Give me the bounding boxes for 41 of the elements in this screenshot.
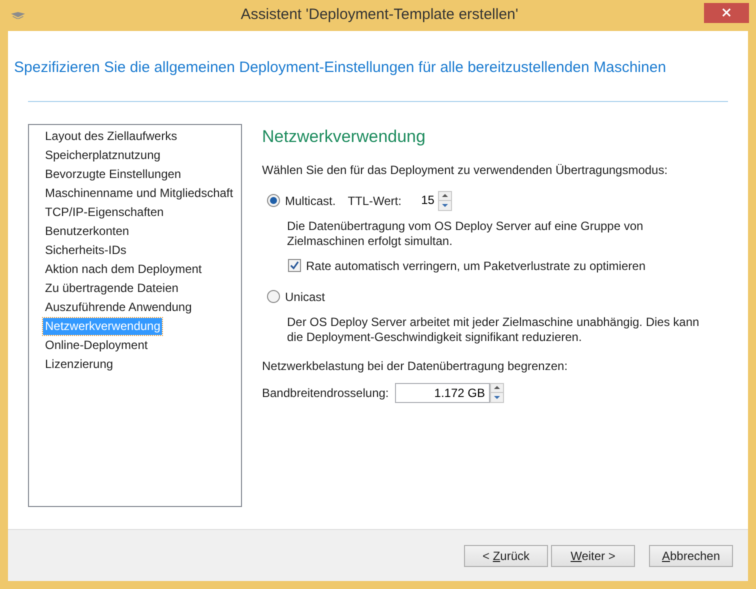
step-item[interactable]: Auszuführende Anwendung xyxy=(43,299,194,316)
up-arrow-icon xyxy=(442,194,448,198)
spin-buttons[interactable] xyxy=(438,190,452,210)
app-icon xyxy=(11,12,25,19)
spin-buttons[interactable] xyxy=(490,382,504,402)
ttl-label: TTL-Wert: xyxy=(348,192,402,210)
page-title: Netzwerkverwendung xyxy=(262,126,426,148)
throttle-label: Bandbreitendrosselung: xyxy=(262,384,390,402)
close-button[interactable] xyxy=(704,2,749,22)
wizard-button[interactable]: < Zurück xyxy=(464,544,548,566)
wizard-button[interactable]: Abbrechen xyxy=(649,544,733,566)
step-item[interactable]: Maschinenname und Mitgliedschaft xyxy=(43,185,236,202)
checkbox-label: Rate automatisch verringern, um Paketverlustrate zu optimieren xyxy=(306,258,646,274)
limit-label: Netzwerkbelastung bei der Datenübertragung begrenzen: xyxy=(262,358,569,374)
unicast-description: Der OS Deploy Server arbeitet mit jeder Zielmaschine unabhängig. Dies kann die Deployment-Geschwindigkeit signifikant reduzieren. xyxy=(287,314,700,344)
step-item[interactable]: Speicherplatznutzung xyxy=(43,147,162,164)
step-item[interactable]: TCP/IP-Eigenschaften xyxy=(43,204,166,221)
unicast-label: Unicast xyxy=(285,288,326,306)
header-text: Spezifizieren Sie die allgemeinen Deployment-Einstellungen für alle bereitzustellenden Maschinen xyxy=(14,58,666,78)
step-item[interactable]: Aktion nach dem Deployment xyxy=(43,261,204,278)
throttle-field[interactable]: 1.172 GB xyxy=(395,382,490,402)
step-item[interactable]: Zu übertragende Dateien xyxy=(43,280,180,297)
multicast-label: Multicast. xyxy=(285,192,336,210)
step-item[interactable]: Online-Deployment xyxy=(43,337,150,354)
down-arrow-icon xyxy=(494,396,500,399)
check-icon xyxy=(290,261,299,270)
multicast-description: Die Datenübertragung vom OS Deploy Server auf eine Gruppe von Zielmaschinen erfolgt simultan. xyxy=(287,218,644,248)
window-title: Assistent 'Deployment-Template erstellen' xyxy=(240,5,520,26)
step-item[interactable]: Sicherheits-IDs xyxy=(43,242,128,259)
prompt-text: Wählen Sie den für das Deployment zu verwendenden Übertragungsmodus: xyxy=(262,162,669,178)
radio-button[interactable] xyxy=(267,290,280,303)
step-item[interactable]: Bevorzugte Einstellungen xyxy=(43,166,184,183)
step-item[interactable]: Lizenzierung xyxy=(43,356,116,373)
up-arrow-icon xyxy=(494,386,500,390)
step-item[interactable]: Layout des Ziellaufwerks xyxy=(43,128,180,145)
close-icon xyxy=(722,8,731,17)
checkbox[interactable] xyxy=(288,259,301,272)
down-arrow-icon xyxy=(442,204,448,207)
step-item[interactable]: Benutzerkonten xyxy=(43,223,132,240)
wizard-button[interactable]: Weiter > xyxy=(551,544,635,566)
radio-button[interactable] xyxy=(267,194,280,207)
